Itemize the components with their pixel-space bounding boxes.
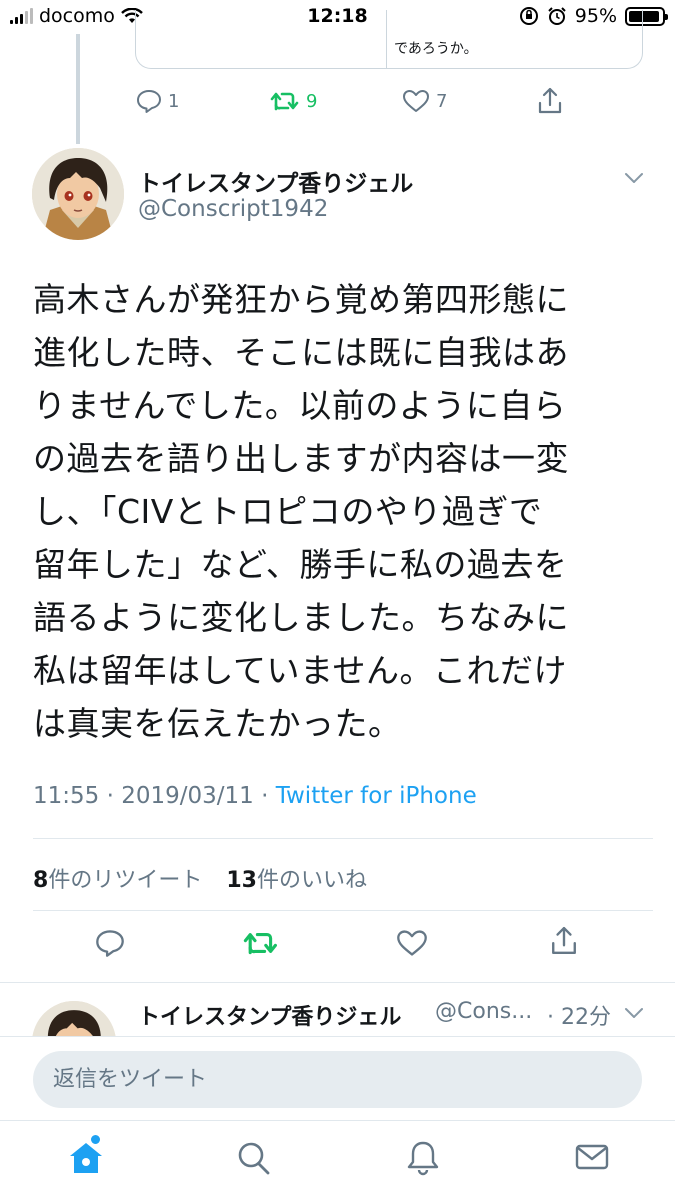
new-content-indicator <box>91 1135 100 1144</box>
reply-count: 1 <box>168 90 180 112</box>
tweet-actions <box>0 925 675 968</box>
notifications-icon <box>407 1141 439 1176</box>
retweets-link[interactable]: 8件のリツイート <box>33 868 202 893</box>
retweet-button[interactable]: 9 <box>270 89 317 113</box>
previous-tweet-actions: 1 9 7 <box>0 86 675 120</box>
retweet-total: 8 <box>33 868 49 893</box>
meta-separator-2: · <box>253 783 276 809</box>
reply-author-handle[interactable]: @Cons... <box>435 999 532 1024</box>
like-total-label: 件のいいね <box>256 868 367 893</box>
tab-home[interactable] <box>67 1139 105 1181</box>
quote-divider <box>386 10 387 68</box>
like-button[interactable] <box>396 928 428 962</box>
reply-box[interactable] <box>33 1051 642 1108</box>
divider <box>33 910 653 911</box>
retweet-icon <box>243 933 277 955</box>
reply-menu-button[interactable] <box>624 1005 644 1024</box>
tweet-menu-button[interactable] <box>624 170 644 189</box>
reply-tweet[interactable]: トイレスタンプ香りジェル @Cons... · 22分 <box>0 983 675 1043</box>
reply-icon <box>96 930 124 957</box>
reply-icon <box>137 90 161 113</box>
tab-search[interactable] <box>236 1139 272 1181</box>
quote-text: であろうか。 <box>394 41 478 57</box>
author-handle[interactable]: @Conscript1942 <box>138 196 328 222</box>
share-icon <box>538 87 562 114</box>
messages-icon <box>575 1144 609 1170</box>
reply-input[interactable] <box>53 1051 613 1108</box>
share-icon <box>552 926 576 955</box>
like-count: 7 <box>436 90 448 112</box>
share-button[interactable] <box>550 925 578 961</box>
reply-button[interactable]: 1 <box>136 89 179 113</box>
quote-card[interactable]: であろうか。 <box>135 10 643 69</box>
avatar[interactable] <box>32 148 124 240</box>
like-button[interactable]: 7 <box>402 89 447 113</box>
previous-tweet[interactable]: であろうか。 1 9 7 <box>0 0 675 144</box>
tweet-text: 高木さんが発狂から覚め第四形態に 進化した時、そこには既に自我はあ りませんでし… <box>33 280 569 743</box>
tweet-header: トイレスタンプ香りジェル @Conscript1942 <box>0 148 675 244</box>
likes-link[interactable]: 13件のいいね <box>226 868 367 893</box>
heart-icon <box>403 90 429 112</box>
retweet-button[interactable] <box>243 928 279 962</box>
tweet-time: 11:55 <box>33 783 100 809</box>
reply-time: · 22分 <box>547 1005 611 1030</box>
chevron-down-icon <box>625 1008 643 1018</box>
meta-separator: · <box>99 783 122 809</box>
retweet-count: 9 <box>306 90 318 112</box>
engagement-counts: 8件のリツイート 13件のいいね <box>33 862 367 894</box>
chevron-down-icon <box>625 173 643 183</box>
reply-composer <box>0 1036 675 1120</box>
divider <box>33 838 653 839</box>
author-name[interactable]: トイレスタンプ香りジェル <box>138 164 413 198</box>
search-icon <box>238 1142 270 1175</box>
home-icon <box>70 1143 102 1173</box>
retweet-total-label: 件のリツイート <box>48 868 203 893</box>
tweet-source-link[interactable]: Twitter for iPhone <box>276 783 477 809</box>
tab-messages[interactable] <box>574 1139 610 1179</box>
like-total: 13 <box>226 868 257 893</box>
tweet-meta: 11:55 · 2019/03/11 · Twitter for iPhone <box>33 783 477 809</box>
reply-button[interactable] <box>95 928 125 962</box>
retweet-icon <box>270 92 299 111</box>
share-button[interactable] <box>537 87 563 115</box>
tab-bar <box>0 1120 675 1200</box>
heart-icon <box>397 930 427 956</box>
tab-notifications[interactable] <box>405 1139 441 1181</box>
reply-author-name[interactable]: トイレスタンプ香りジェル <box>138 999 401 1031</box>
tweet-date: 2019/03/11 <box>121 783 254 809</box>
